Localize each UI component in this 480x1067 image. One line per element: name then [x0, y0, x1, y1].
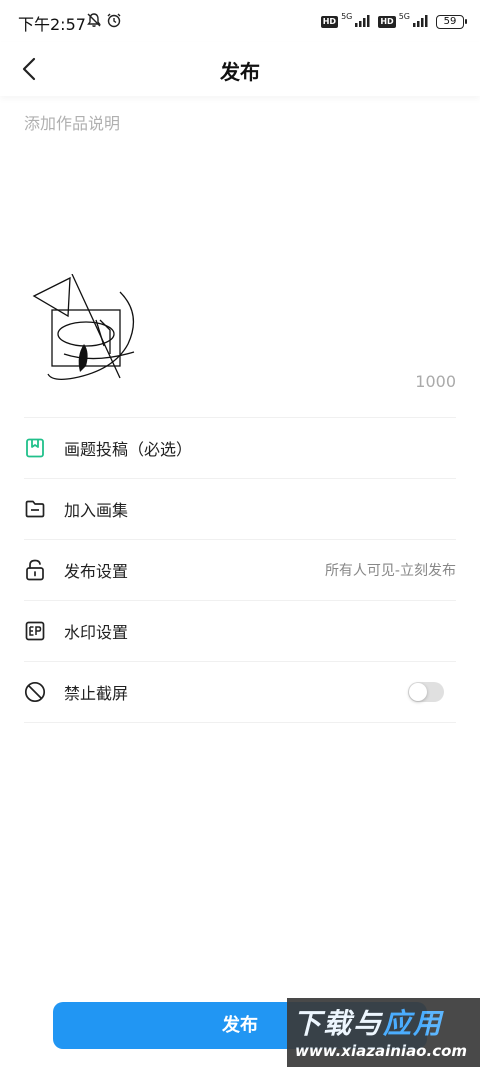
alarm-icon — [106, 12, 122, 32]
settings-row-album[interactable]: 加入画集 — [24, 479, 456, 540]
settings-row-label: 禁止截屏 — [64, 684, 129, 703]
settings-row-label: 水印设置 — [64, 623, 129, 642]
settings-row-watermark[interactable]: 水印设置 — [24, 601, 456, 662]
description-area — [24, 110, 456, 280]
status-time: 下午2:57 — [18, 15, 86, 34]
settings-row-label: 画题投稿（必选） — [64, 440, 193, 459]
bookmark-icon — [24, 437, 46, 459]
prohibited-icon — [24, 681, 46, 703]
site-watermark: 下载与应用 www.xiazainiao.com — [287, 998, 480, 1067]
hd-badge-2: HD — [378, 15, 396, 28]
watermark-icon — [24, 620, 46, 642]
artwork-thumbnail[interactable] — [24, 273, 144, 394]
status-bar: 下午2:57 HD 5G HD 5G 59 — [0, 0, 480, 42]
settings-row-topic[interactable]: 画题投稿（必选） — [24, 418, 456, 479]
char-limit: 1000 — [415, 372, 456, 391]
watermark-brand-accent: 应用 — [383, 1007, 444, 1040]
settings-list: 画题投稿（必选） 加入画集 发布设置 所有人可见-立刻发布 水印设置 禁止截屏 — [24, 417, 456, 723]
settings-row-label: 发布设置 — [64, 562, 129, 581]
settings-row-publish-settings[interactable]: 发布设置 所有人可见-立刻发布 — [24, 540, 456, 601]
description-input[interactable] — [24, 110, 456, 280]
signal-icon-2 — [413, 12, 429, 31]
page-title: 发布 — [220, 60, 260, 84]
publish-settings-value: 所有人可见-立刻发布 — [324, 563, 456, 579]
hd-badge: HD — [320, 15, 339, 28]
unlock-icon — [24, 559, 46, 581]
folder-icon — [24, 498, 46, 520]
status-right: HD 5G HD 5G 59 — [320, 12, 467, 31]
settings-row-block-screenshot: 禁止截屏 — [24, 662, 456, 723]
nav-bar: 发布 — [0, 42, 480, 96]
watermark-brand-main: 下载与 — [293, 1007, 384, 1040]
network-type-2: 5G — [398, 12, 410, 21]
mute-bell-icon — [86, 12, 102, 32]
network-type-1: 5G — [341, 12, 353, 21]
block-screenshot-toggle[interactable] — [408, 682, 444, 702]
toggle-knob — [409, 683, 427, 701]
signal-icon — [355, 12, 371, 31]
settings-row-label: 加入画集 — [64, 501, 129, 520]
battery-icon: 59 — [436, 14, 467, 29]
watermark-url: www.xiazainiao.com — [295, 1042, 468, 1060]
watermark-brand: 下载与应用 — [293, 1002, 443, 1042]
